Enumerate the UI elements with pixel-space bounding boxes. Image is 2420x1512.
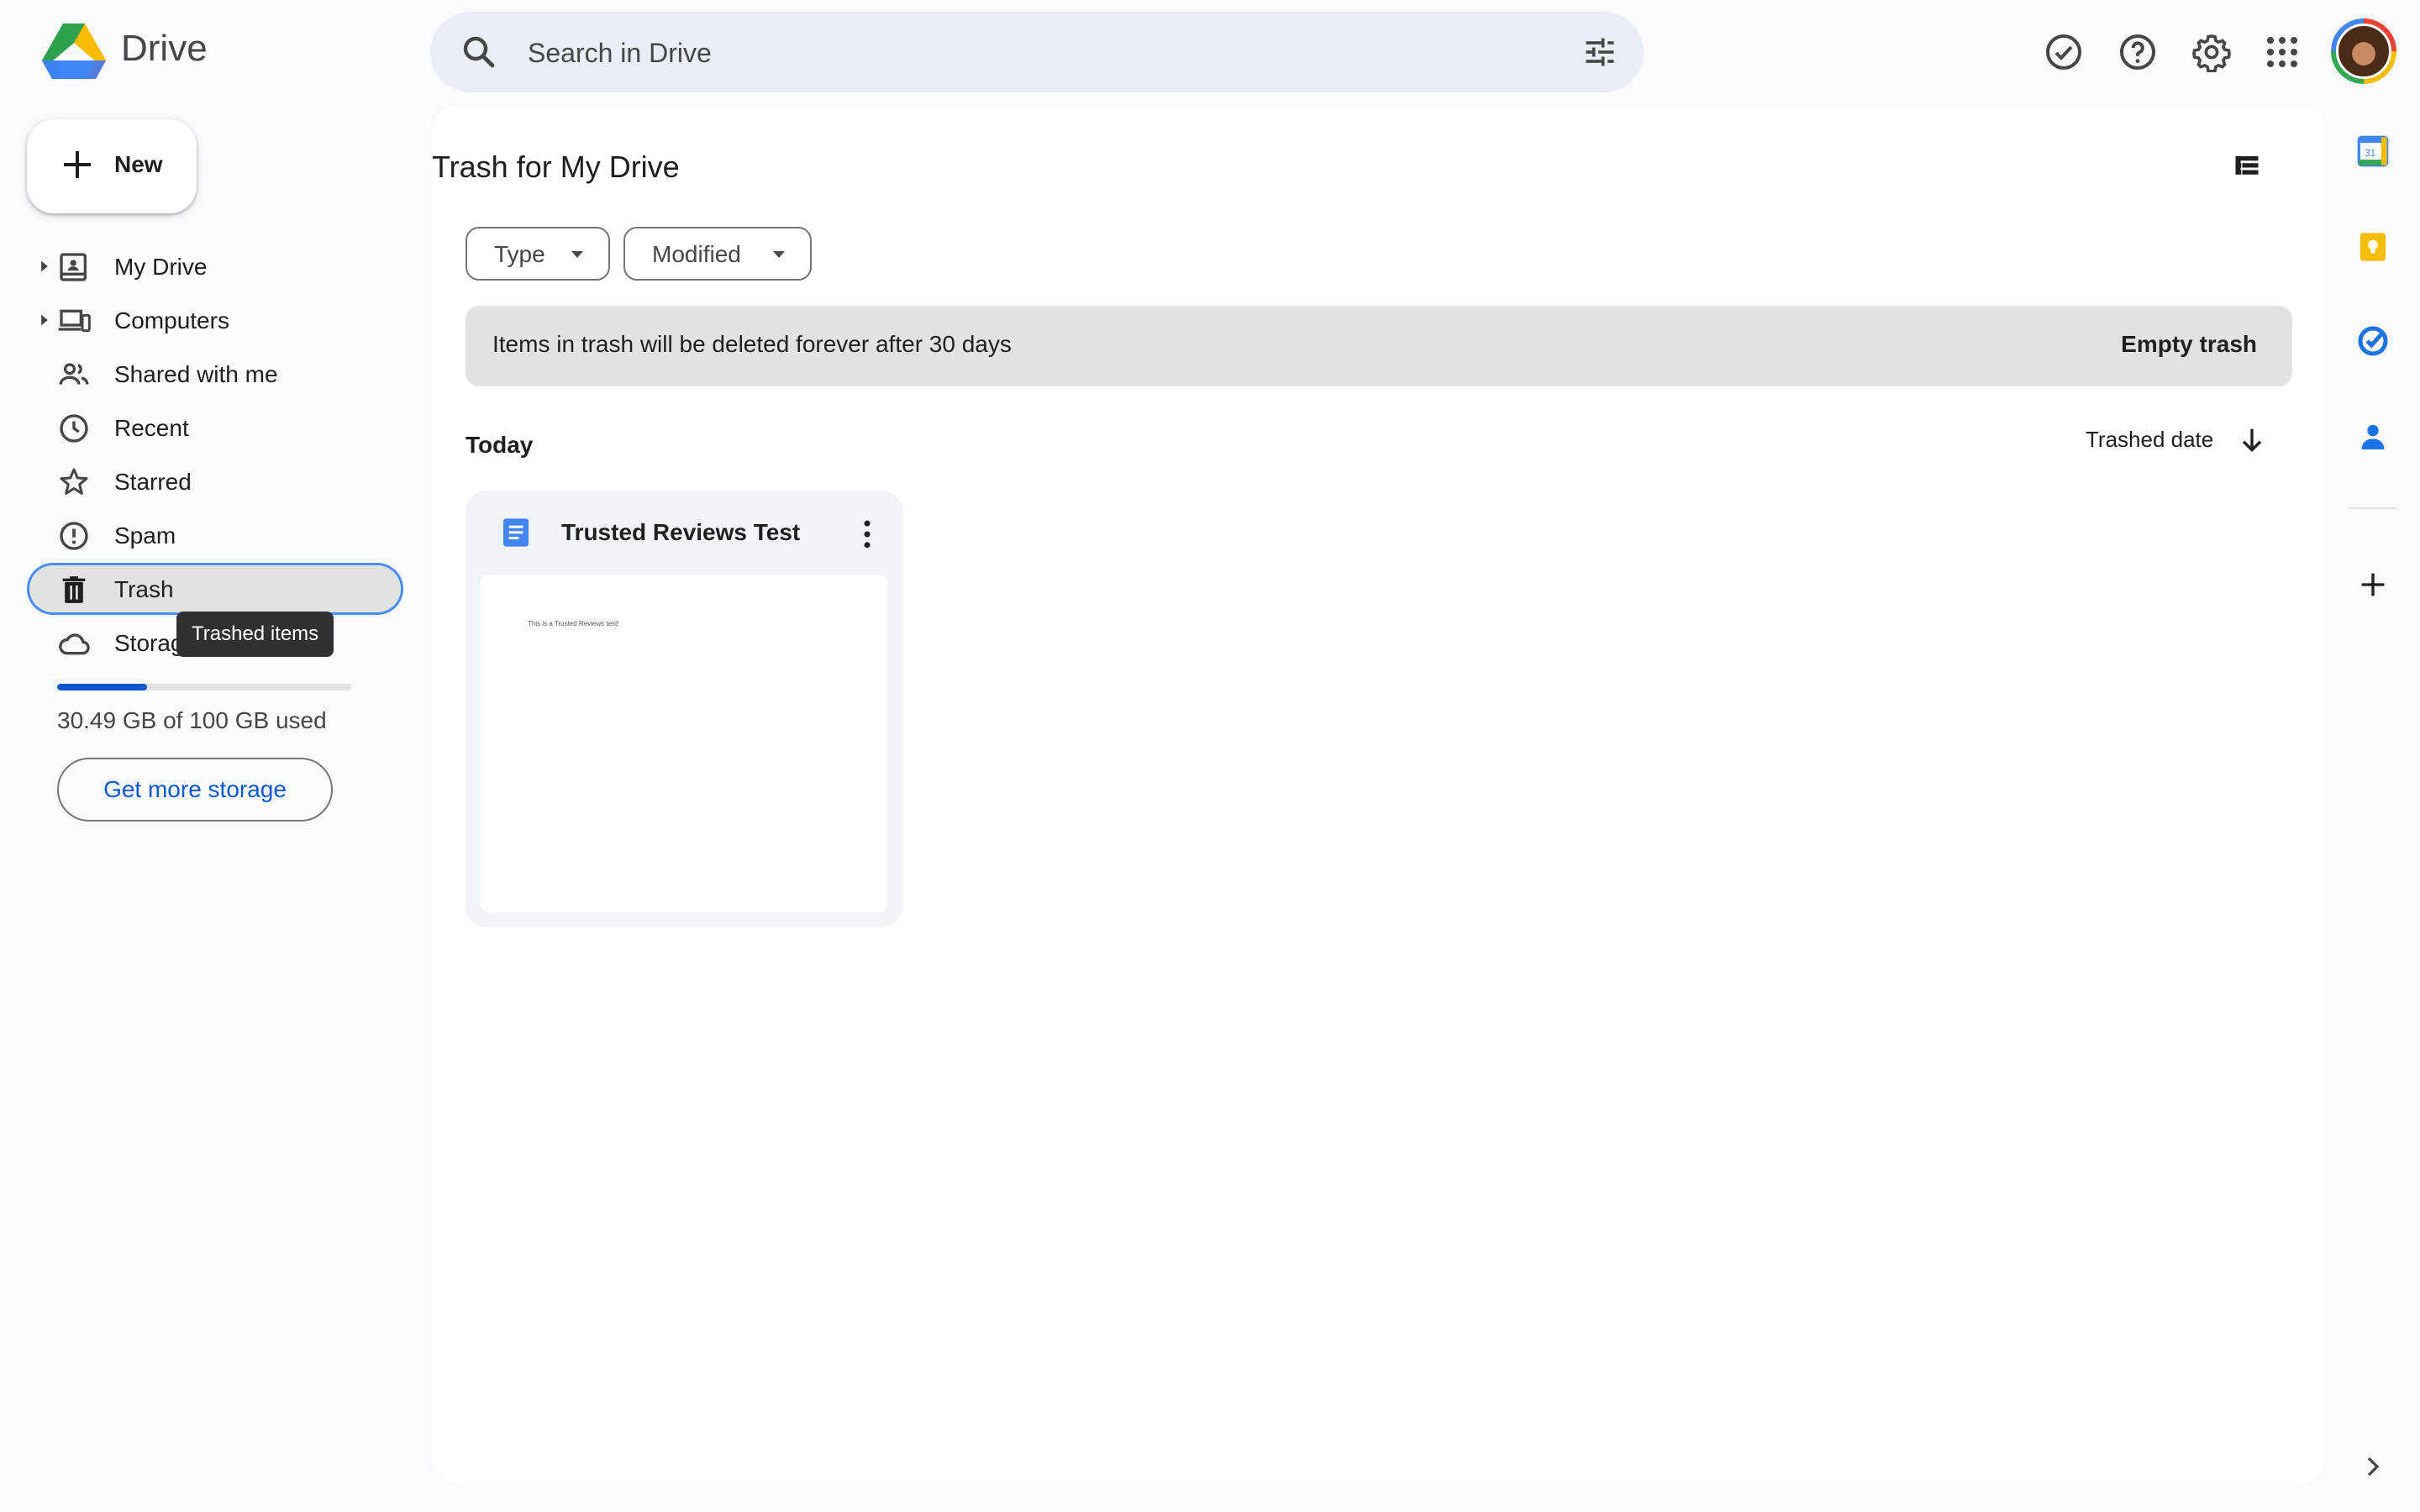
computers-icon <box>57 304 91 338</box>
sidebar-item-label: Computers <box>114 307 229 333</box>
chevron-right-icon[interactable] <box>2356 1450 2390 1483</box>
rail-divider <box>2349 507 2396 509</box>
sidebar-item-starred[interactable]: Starred <box>27 455 403 507</box>
search-bar[interactable] <box>430 12 1644 94</box>
search-icon[interactable] <box>459 32 499 72</box>
more-options-icon[interactable] <box>849 516 886 553</box>
cloud-icon <box>57 627 91 660</box>
settings-icon[interactable] <box>2191 32 2232 72</box>
file-name[interactable]: Trusted Reviews Test <box>561 519 800 546</box>
sidebar-item-computers[interactable]: Computers <box>27 294 403 346</box>
ready-for-offline-icon[interactable] <box>2044 32 2084 72</box>
tooltip: Trashed items <box>176 612 334 657</box>
sidebar-item-label: Recent <box>114 415 189 441</box>
storage-progress-bar <box>57 684 351 690</box>
dropdown-arrow-icon <box>771 250 786 259</box>
calendar-icon[interactable]: 31 <box>2356 134 2390 168</box>
thumbnail-preview-text: This is a Trusted Reviews test! <box>528 620 619 627</box>
type-filter-chip[interactable]: Type <box>466 227 610 281</box>
shared-icon <box>57 358 91 391</box>
sort-label[interactable]: Trashed date <box>2086 427 2213 453</box>
add-addon-icon[interactable] <box>2356 568 2390 601</box>
empty-trash-button[interactable]: Empty trash <box>2121 331 2257 358</box>
get-more-storage-button[interactable]: Get more storage <box>57 758 333 822</box>
storage-progress-fill <box>57 684 147 690</box>
file-card[interactable]: Trusted Reviews Test This is a Trusted R… <box>466 491 902 927</box>
sidebar-item-spam[interactable]: Spam <box>27 509 403 561</box>
search-options-icon[interactable] <box>1581 34 1618 71</box>
drive-logo-icon[interactable] <box>42 22 106 79</box>
apps-icon[interactable] <box>2262 32 2302 72</box>
svg-text:31: 31 <box>2365 148 2375 159</box>
sidebar-item-label: Shared with me <box>114 361 278 387</box>
dropdown-arrow-icon <box>570 250 585 259</box>
app-title: Drive <box>121 28 208 69</box>
sidebar-item-label: Trash <box>114 576 174 602</box>
sidebar-item-recent[interactable]: Recent <box>27 402 403 454</box>
google-doc-icon <box>499 516 533 549</box>
sidebar-item-trash[interactable]: Trash <box>27 563 403 615</box>
group-heading: Today <box>466 432 534 458</box>
my-drive-icon <box>57 250 91 284</box>
trash-info-message: Items in trash will be deleted forever a… <box>492 331 1012 357</box>
new-button-label: New <box>114 151 163 177</box>
list-view-icon[interactable] <box>2232 151 2262 181</box>
storage-used-text: 30.49 GB of 100 GB used <box>57 707 327 733</box>
clock-icon <box>57 412 91 445</box>
tasks-icon[interactable] <box>2356 324 2390 358</box>
spam-icon <box>57 519 91 553</box>
sidebar-item-label: My Drive <box>114 254 208 280</box>
plus-icon <box>57 144 97 185</box>
modified-filter-label: Modified <box>652 241 741 267</box>
contacts-icon[interactable] <box>2356 420 2390 454</box>
sidebar-item-label: Spam <box>114 522 176 549</box>
expand-caret-icon[interactable] <box>39 312 50 328</box>
arrow-down-icon[interactable] <box>2235 423 2269 457</box>
expand-caret-icon[interactable] <box>39 259 50 274</box>
account-avatar[interactable] <box>2331 18 2396 84</box>
type-filter-label: Type <box>494 241 545 267</box>
help-icon[interactable] <box>2118 32 2158 72</box>
file-thumbnail[interactable]: This is a Trusted Reviews test! <box>481 575 887 912</box>
sidebar-item-shared-with-me[interactable]: Shared with me <box>27 348 403 400</box>
modified-filter-chip[interactable]: Modified <box>623 227 812 281</box>
sidebar-item-label: Starred <box>114 469 192 495</box>
trash-icon <box>57 573 91 606</box>
trash-info-banner: Items in trash will be deleted forever a… <box>466 306 2292 386</box>
star-icon <box>57 465 91 499</box>
page-title: Trash for My Drive <box>432 150 680 184</box>
sidebar-item-my-drive[interactable]: My Drive <box>27 240 403 292</box>
new-button[interactable]: New <box>27 119 197 213</box>
keep-icon[interactable] <box>2356 230 2390 264</box>
search-input[interactable] <box>526 12 1538 94</box>
